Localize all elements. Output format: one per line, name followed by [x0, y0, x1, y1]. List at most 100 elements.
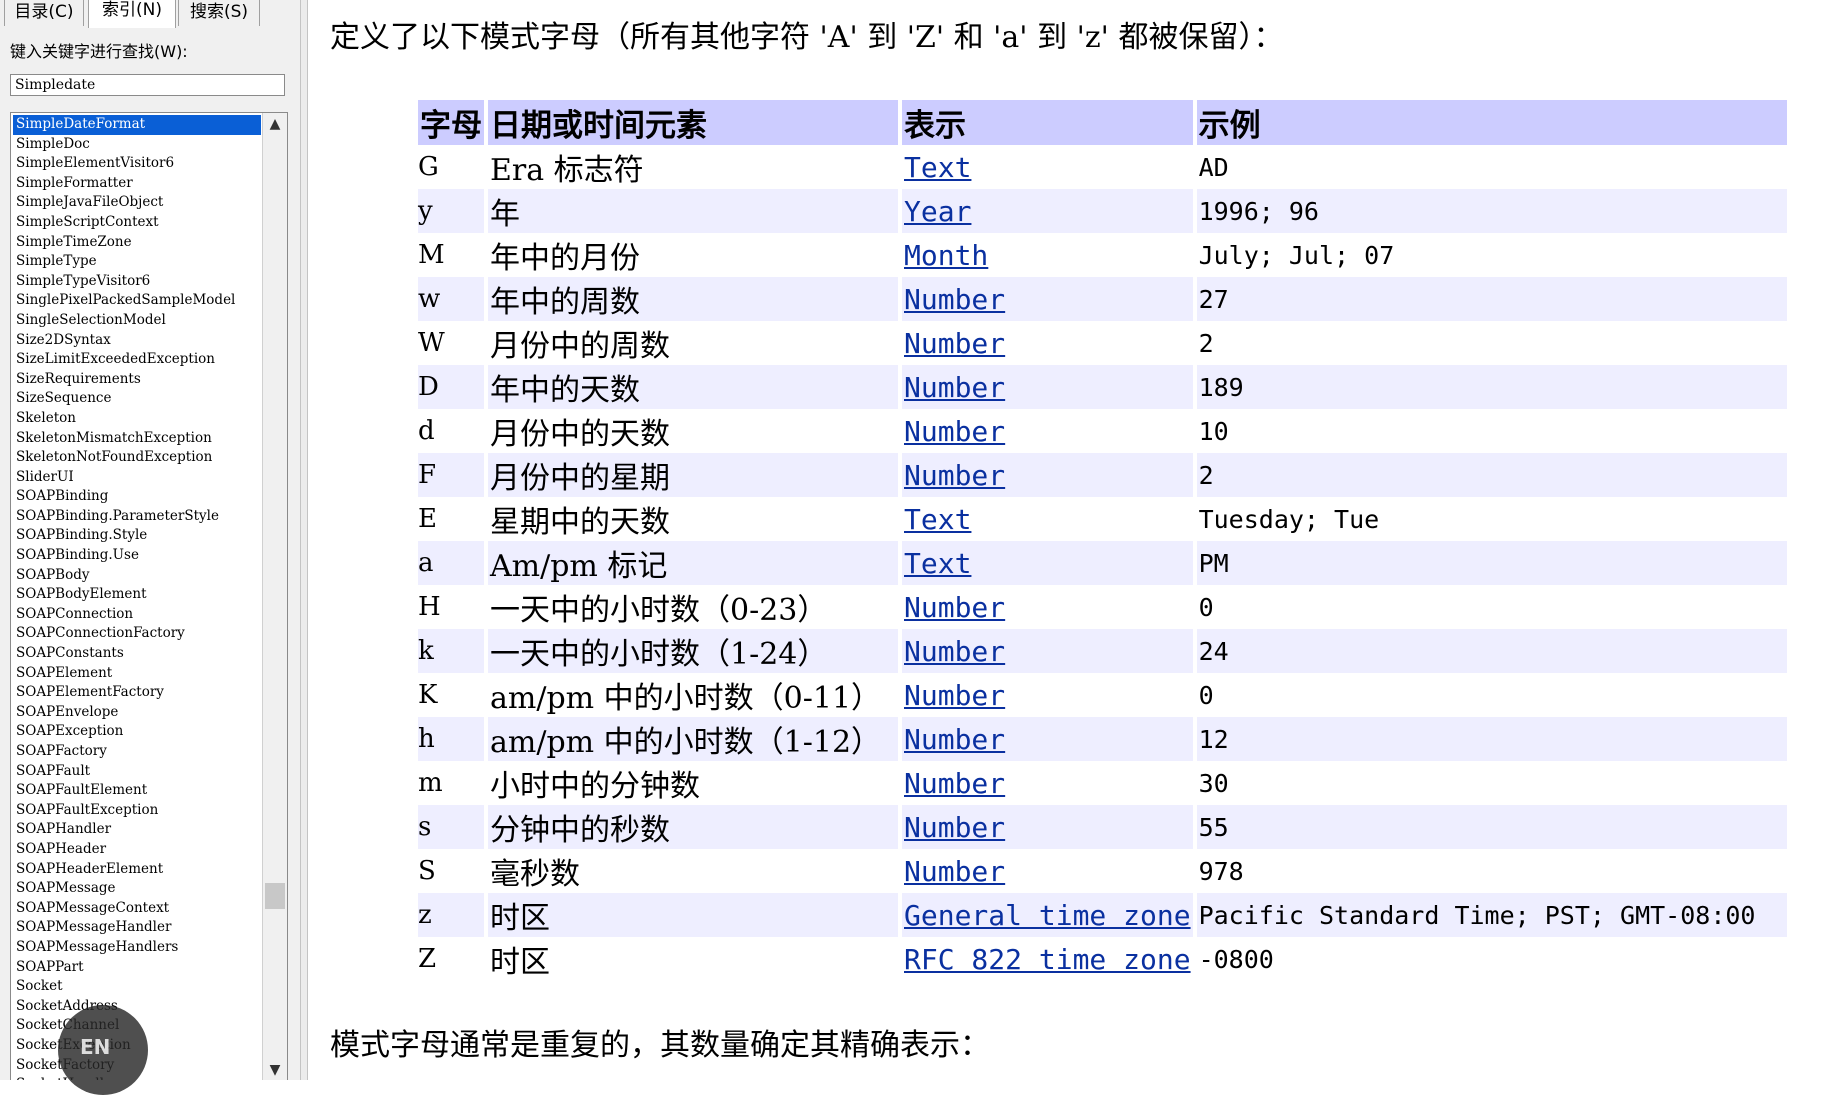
index-list-item[interactable]: SOAPElementFactory [13, 683, 261, 703]
scroll-down-icon[interactable]: ▼ [263, 1059, 287, 1080]
index-list-item[interactable]: SOAPConnection [13, 605, 261, 625]
header-example: 示例 [1196, 100, 1787, 145]
presentation-link[interactable]: Number [904, 283, 1005, 316]
index-list-item[interactable]: SOAPHandler [13, 820, 261, 840]
index-list-item[interactable]: SOAPFactory [13, 742, 261, 762]
date-time-element-cell: 年中的周数 [488, 277, 898, 321]
table-row: s 分钟中的秒数 Number 55 [418, 805, 1787, 849]
index-list-item[interactable]: SimpleJavaFileObject [13, 193, 261, 213]
presentation-link[interactable]: Number [904, 767, 1005, 800]
presentation-cell: Number [902, 673, 1193, 717]
presentation-link[interactable]: Number [904, 635, 1005, 668]
tab-contents[interactable]: 目录(C) [4, 0, 84, 26]
index-list-item[interactable]: SOAPMessageContext [13, 899, 261, 919]
pattern-letter-cell: M [418, 240, 445, 270]
index-list-item[interactable]: SimpleType [13, 252, 261, 272]
index-list-item[interactable]: SimpleScriptContext [13, 213, 261, 233]
presentation-link[interactable]: Number [904, 591, 1005, 624]
index-list-item[interactable]: SOAPMessageHandler [13, 918, 261, 938]
presentation-link[interactable]: Number [904, 459, 1005, 492]
index-list-item[interactable]: SOAPFaultException [13, 801, 261, 821]
index-list-item[interactable]: Socket [13, 977, 261, 997]
index-list-item[interactable]: SingleSelectionModel [13, 311, 261, 331]
search-input[interactable] [10, 74, 285, 96]
presentation-link[interactable]: Number [904, 327, 1005, 360]
presentation-cell: Number [902, 849, 1193, 893]
index-list-item[interactable]: SimpleTimeZone [13, 233, 261, 253]
pattern-letter-cell: w [418, 277, 484, 321]
index-list-item[interactable]: SimpleElementVisitor6 [13, 154, 261, 174]
pattern-letter-cell: k [418, 629, 484, 673]
index-list-item[interactable]: SizeRequirements [13, 370, 261, 390]
presentation-link[interactable]: General time zone [904, 899, 1191, 932]
pane-splitter[interactable] [300, 0, 308, 1080]
index-list-item[interactable]: SOAPBinding [13, 487, 261, 507]
index-list-item[interactable]: SimpleTypeVisitor6 [13, 272, 261, 292]
index-list-item[interactable]: SizeSequence [13, 389, 261, 409]
pattern-letter-cell: K [418, 680, 438, 710]
presentation-link[interactable]: Number [904, 723, 1005, 756]
index-list-item[interactable]: SkeletonMismatchException [13, 429, 261, 449]
pattern-letter-cell: s [418, 805, 484, 849]
presentation-link[interactable]: Number [904, 855, 1005, 888]
scrollbar-thumb[interactable] [265, 883, 285, 909]
index-list-scrollbar[interactable]: ▲ ▼ [262, 113, 287, 1080]
presentation-link[interactable]: Number [904, 811, 1005, 844]
index-list-items: SimpleDateFormat SimpleDoc SimpleElementVi… [13, 115, 261, 1080]
table-row: w 年中的周数 Number 27 [418, 277, 1787, 321]
presentation-link[interactable]: Number [904, 415, 1005, 448]
index-list-item[interactable]: SOAPBinding.Use [13, 546, 261, 566]
index-list-item[interactable]: SOAPMessageHandlers [13, 938, 261, 958]
index-list-item[interactable]: SOAPEnvelope [13, 703, 261, 723]
presentation-cell: Number [902, 805, 1193, 849]
index-list-item[interactable]: SkeletonNotFoundException [13, 448, 261, 468]
index-list-item[interactable]: SOAPConstants [13, 644, 261, 664]
ime-label: EN [80, 1035, 111, 1059]
index-list-item[interactable]: SOAPHeaderElement [13, 860, 261, 880]
search-label: 键入关键字进行查找(W): [10, 42, 188, 61]
content-pane: 定义了以下模式字母（所有其他字符 'A' 到 'Z' 和 'a' 到 'z' 都… [310, 0, 1829, 1080]
index-list-item[interactable]: SOAPPart [13, 958, 261, 978]
presentation-cell: Number [902, 365, 1193, 409]
scroll-up-icon[interactable]: ▲ [263, 113, 287, 135]
presentation-link[interactable]: RFC 822 time zone [904, 943, 1191, 976]
index-list-item[interactable]: Size2DSyntax [13, 331, 261, 351]
tab-search[interactable]: 搜索(S) [178, 0, 260, 26]
index-list-item[interactable]: SOAPHeader [13, 840, 261, 860]
presentation-cell: Number [902, 629, 1193, 673]
presentation-link[interactable]: Number [904, 679, 1005, 712]
index-list[interactable]: SimpleDateFormat SimpleDoc SimpleElementVi… [10, 112, 288, 1080]
index-list-item[interactable]: SOAPElement [13, 664, 261, 684]
presentation-link[interactable]: Text [904, 151, 971, 184]
index-list-item[interactable]: SOAPBodyElement [13, 585, 261, 605]
index-list-item[interactable]: SOAPBody [13, 566, 261, 586]
ime-indicator[interactable]: EN [58, 1005, 148, 1095]
example-cell: 2 [1196, 453, 1787, 497]
tab-index[interactable]: 索引(N) [88, 0, 176, 28]
index-list-item[interactable]: SOAPBinding.ParameterStyle [13, 507, 261, 527]
index-list-item[interactable]: SOAPException [13, 722, 261, 742]
index-list-item[interactable]: SOAPMessage [13, 879, 261, 899]
date-time-element-cell: am/pm 中的小时数（0-11） [490, 681, 882, 716]
presentation-link[interactable]: Text [904, 503, 971, 536]
index-list-item[interactable]: SocketAddress [13, 997, 261, 1017]
index-list-item[interactable]: Skeleton [13, 409, 261, 429]
presentation-link[interactable]: Text [904, 547, 971, 580]
index-list-item[interactable]: SOAPConnectionFactory [13, 624, 261, 644]
index-list-item[interactable]: SimpleDateFormat [13, 115, 261, 135]
index-list-item[interactable]: SOAPFault [13, 762, 261, 782]
presentation-link[interactable]: Year [904, 195, 971, 228]
index-list-item[interactable]: SOAPBinding.Style [13, 526, 261, 546]
pattern-letter-cell: F [418, 453, 484, 497]
presentation-cell: Number [902, 409, 1193, 453]
index-list-item[interactable]: SimpleDoc [13, 135, 261, 155]
index-list-item[interactable]: SliderUI [13, 468, 261, 488]
date-time-element-cell: 年中的月份 [490, 241, 640, 276]
index-list-item[interactable]: SimpleFormatter [13, 174, 261, 194]
table-row: E 星期中的天数 Text Tuesday; Tue [418, 497, 1787, 541]
presentation-link[interactable]: Month [904, 239, 988, 272]
index-list-item[interactable]: SizeLimitExceededException [13, 350, 261, 370]
index-list-item[interactable]: SOAPFaultElement [13, 781, 261, 801]
index-list-item[interactable]: SinglePixelPackedSampleModel [13, 291, 261, 311]
presentation-link[interactable]: Number [904, 371, 1005, 404]
